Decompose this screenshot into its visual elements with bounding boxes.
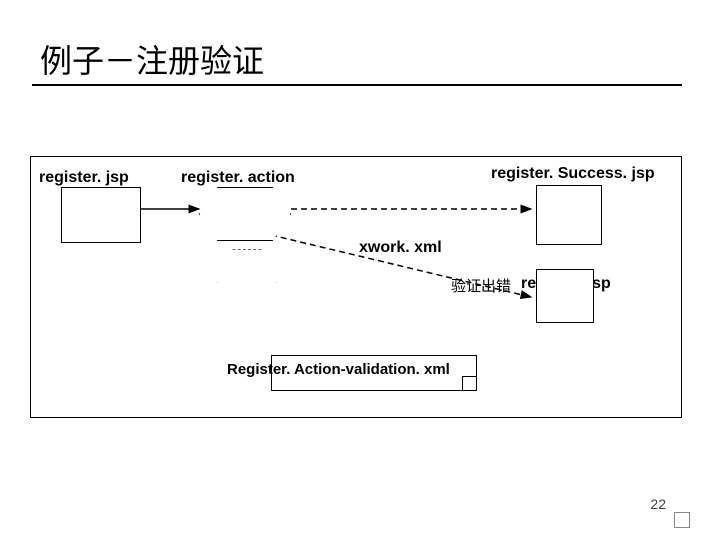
shape-register-jsp-right bbox=[536, 269, 594, 323]
label-register-action: register. action bbox=[181, 169, 295, 187]
shape-down-arrow bbox=[217, 249, 277, 309]
corner-mark-icon bbox=[674, 512, 690, 528]
label-register-jsp-left: register. jsp bbox=[39, 169, 129, 187]
label-register-success: register. Success. jsp bbox=[491, 165, 655, 183]
label-xwork-xml: xwork. xml bbox=[359, 239, 442, 257]
shape-register-action bbox=[199, 187, 291, 241]
label-validation-error: 验证出错 bbox=[451, 275, 511, 296]
shape-register-success bbox=[536, 185, 602, 245]
diagram-container: register. jsp register. action register.… bbox=[30, 156, 682, 418]
label-validation-doc: Register. Action-validation. xml bbox=[227, 361, 450, 378]
shape-register-jsp-left bbox=[61, 187, 141, 243]
slide-title: 例子－注册验证 bbox=[40, 36, 264, 82]
title-underline bbox=[32, 84, 682, 86]
page-number: 22 bbox=[650, 496, 666, 512]
